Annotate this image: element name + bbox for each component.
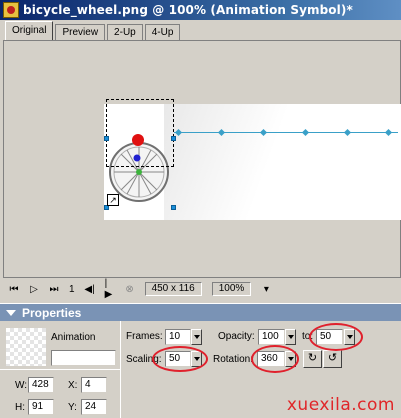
properties-panel-header[interactable]: Properties	[0, 303, 401, 321]
playback-controls: ⏮ ▷ ⏭ 1 ◀| |▶ ⊗ 450 x 116 100% ▾	[3, 278, 401, 300]
properties-title: Properties	[22, 305, 82, 320]
highlight-ring-rotation	[251, 345, 299, 373]
tab-preview[interactable]: Preview	[55, 24, 106, 40]
play-icon[interactable]: ▷	[29, 284, 39, 295]
title-bar: bicycle_wheel.png @ 100% (Animation Symb…	[0, 0, 401, 20]
tab-original[interactable]: Original	[5, 21, 54, 40]
opacity-label: Opacity:	[218, 331, 255, 342]
rotate-clockwise-icon[interactable]: ↻	[303, 350, 322, 368]
canvas-area[interactable]	[3, 40, 401, 278]
document-size: 450 x 116	[144, 282, 202, 296]
highlight-ring-opacity-to	[309, 323, 363, 351]
watermark: xuexila.com	[286, 395, 395, 415]
prev-frame-icon[interactable]: ◀|	[84, 284, 94, 295]
selection-handle[interactable]	[104, 136, 109, 141]
frames-label: Frames:	[126, 331, 163, 342]
x-field[interactable]: 4	[81, 377, 107, 393]
symbol-thumbnail	[6, 328, 46, 366]
last-frame-icon[interactable]: ⏭	[49, 284, 59, 295]
symbol-link-icon: ↗	[107, 194, 119, 206]
selection-handle[interactable]	[171, 136, 176, 141]
symbol-type-label: Animation	[51, 332, 96, 343]
first-frame-icon[interactable]: ⏮	[9, 284, 19, 295]
tab-2-up[interactable]: 2-Up	[107, 24, 143, 40]
collapse-arrow-icon[interactable]	[6, 309, 16, 316]
opacity-dropdown-icon[interactable]	[285, 329, 296, 345]
zoom-level[interactable]: 100%	[211, 282, 252, 296]
y-field[interactable]: 24	[81, 399, 107, 415]
symbol-name-field[interactable]	[51, 350, 116, 366]
document-icon	[3, 2, 19, 18]
tab-4-up[interactable]: 4-Up	[144, 24, 181, 40]
view-tabs: Original Preview 2-Up 4-Up	[0, 20, 401, 40]
rotate-counterclockwise-icon[interactable]: ↺	[323, 350, 342, 368]
highlight-ring-scaling	[152, 346, 208, 372]
y-label: Y:	[68, 402, 77, 413]
window-title: bicycle_wheel.png @ 100% (Animation Symb…	[23, 3, 353, 17]
width-label: W:	[15, 380, 28, 391]
opacity-field[interactable]: 100	[258, 329, 285, 345]
height-field[interactable]: 91	[28, 399, 54, 415]
frames-dropdown-icon[interactable]	[191, 329, 202, 345]
motion-path	[174, 132, 398, 133]
height-label: H:	[15, 402, 25, 413]
panel-divider	[120, 321, 121, 418]
selection-box	[106, 99, 174, 167]
frames-field[interactable]: 10	[165, 329, 191, 345]
stop-icon[interactable]: ⊗	[125, 284, 135, 295]
x-label: X:	[68, 380, 78, 391]
current-frame: 1	[69, 283, 75, 295]
zoom-dropdown-icon[interactable]: ▾	[261, 284, 271, 295]
selection-handle[interactable]	[171, 205, 176, 210]
rotation-label: Rotation:	[213, 354, 254, 365]
width-field[interactable]: 428	[28, 377, 54, 393]
next-frame-icon[interactable]: |▶	[105, 278, 115, 300]
panel-divider	[0, 369, 120, 370]
stage-shading	[164, 104, 401, 220]
